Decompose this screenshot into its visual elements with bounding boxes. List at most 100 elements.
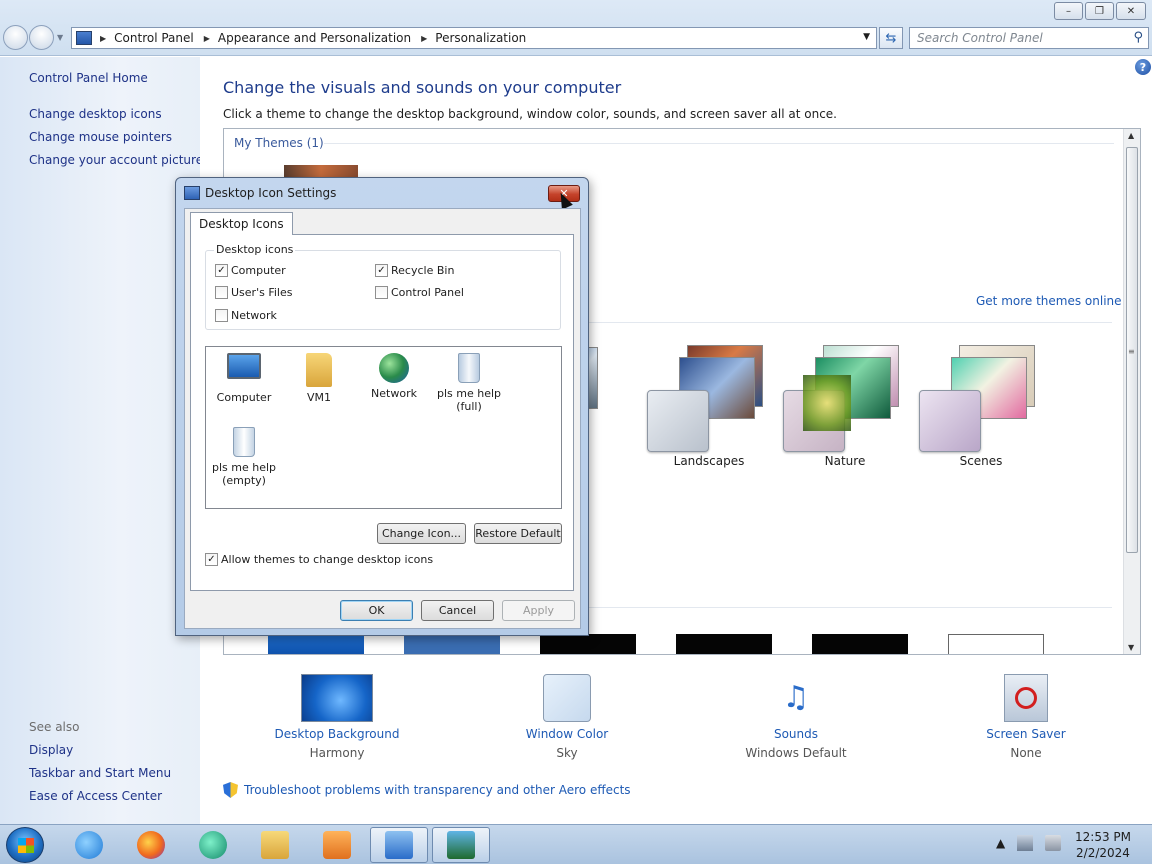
window-color-link[interactable]: Window Color (487, 727, 647, 741)
clock[interactable]: 12:53 PM 2/2/2024 (1070, 829, 1136, 861)
theme-label: Scenes (959, 454, 1003, 468)
list-item[interactable]: Network (356, 353, 432, 400)
volume-muted-icon[interactable] (1045, 835, 1062, 851)
screen-saver-icon[interactable] (1004, 674, 1048, 722)
media-player-icon[interactable] (308, 827, 366, 863)
computer-checkbox-row[interactable]: ✓ Computer (215, 264, 286, 277)
forward-button[interactable] (29, 25, 54, 50)
users-files-checkbox[interactable] (215, 286, 228, 299)
screen-saver-link[interactable]: Screen Saver (946, 727, 1106, 741)
troubleshoot-link-row[interactable]: Troubleshoot problems with transparency … (223, 782, 631, 798)
navigation-buttons: ▼ (3, 25, 63, 50)
control-panel-taskbar-button[interactable] (370, 827, 428, 863)
apply-button[interactable]: Apply (502, 600, 575, 621)
checkbox-label: User's Files (231, 286, 293, 299)
window-color-value: Sky (556, 746, 578, 760)
breadcrumb-personalization[interactable]: Personalization (435, 31, 526, 45)
my-theme-thumbnail[interactable] (284, 165, 358, 177)
screen-saver-item[interactable]: Screen Saver None (946, 674, 1106, 760)
window-color-swatch[interactable] (543, 674, 591, 722)
theme-preview[interactable] (540, 634, 636, 654)
theme-tile-nature[interactable]: Nature (783, 339, 913, 469)
back-button[interactable] (3, 25, 28, 50)
window-color-item[interactable]: Window Color Sky (487, 674, 647, 760)
theme-preview[interactable] (948, 634, 1044, 654)
help-icon[interactable]: ? (1135, 59, 1151, 75)
network-status-icon[interactable] (1017, 835, 1034, 851)
sounds-link[interactable]: Sounds (716, 727, 876, 741)
breadcrumb-appearance[interactable]: Appearance and Personalization (218, 31, 411, 45)
desktop-background-link[interactable]: Desktop Background (257, 727, 417, 741)
checkbox-label: Recycle Bin (391, 264, 455, 277)
address-dropdown-icon[interactable]: ▼ (863, 32, 870, 42)
start-button[interactable] (6, 827, 44, 863)
theme-tile-landscapes[interactable]: Landscapes (647, 339, 777, 469)
scroll-up-icon[interactable]: ▲ (1128, 131, 1134, 140)
list-item[interactable]: Computer (206, 353, 282, 404)
chevron-right-icon[interactable]: ▶ (421, 34, 427, 43)
desktop-background-item[interactable]: Desktop Background Harmony (257, 674, 417, 760)
theme-preview[interactable] (812, 634, 908, 654)
restore-default-button[interactable]: Restore Default (474, 523, 562, 544)
search-icon[interactable]: ⚲ (1133, 30, 1143, 45)
scrollbar-grip-icon: ≡ (1128, 347, 1135, 356)
close-window-button[interactable]: ✕ (1116, 2, 1146, 20)
themes-scrollbar[interactable]: ▲ ≡ ▼ (1123, 129, 1140, 654)
refresh-button[interactable]: ⇆ (879, 27, 903, 49)
theme-tile-scenes[interactable]: Scenes (919, 339, 1049, 469)
theme-preview[interactable] (268, 634, 364, 654)
list-item[interactable]: pls me help (empty) (206, 427, 282, 487)
recycle-bin-checkbox-row[interactable]: ✓ Recycle Bin (375, 264, 454, 277)
allow-themes-checkbox-row[interactable]: ✓ Allow themes to change desktop icons (205, 553, 433, 566)
file-explorer-icon[interactable] (246, 827, 304, 863)
recent-pages-dropdown[interactable]: ▼ (57, 33, 63, 42)
search-input[interactable]: Search Control Panel ⚲ (909, 27, 1149, 49)
display-link[interactable]: Display (29, 743, 73, 757)
control-panel-checkbox[interactable] (375, 286, 388, 299)
scroll-down-icon[interactable]: ▼ (1128, 643, 1134, 652)
ok-button[interactable]: OK (340, 600, 413, 621)
control-panel-home-link[interactable]: Control Panel Home (29, 71, 148, 85)
list-item[interactable]: pls me help (full) (431, 353, 507, 413)
breadcrumb-control-panel[interactable]: Control Panel (114, 31, 194, 45)
control-panel-checkbox-row[interactable]: Control Panel (375, 286, 464, 299)
users-files-checkbox-row[interactable]: User's Files (215, 286, 292, 299)
computer-checkbox[interactable]: ✓ (215, 264, 228, 277)
change-account-picture-link[interactable]: Change your account picture (29, 153, 203, 167)
cancel-button[interactable]: Cancel (421, 600, 494, 621)
internet-explorer-icon[interactable] (60, 827, 118, 863)
maximize-button[interactable]: ❐ (1085, 2, 1114, 20)
recycle-bin-checkbox[interactable]: ✓ (375, 264, 388, 277)
messaging-icon[interactable] (184, 827, 242, 863)
change-desktop-icons-link[interactable]: Change desktop icons (29, 107, 162, 121)
personalization-icon (447, 831, 475, 859)
sounds-item[interactable]: ♫ Sounds Windows Default (716, 674, 876, 760)
change-icon-button[interactable]: Change Icon... (377, 523, 466, 544)
ease-of-access-link[interactable]: Ease of Access Center (29, 789, 162, 803)
change-mouse-pointers-link[interactable]: Change mouse pointers (29, 130, 172, 144)
control-panel-icon (76, 31, 92, 45)
get-more-themes-link[interactable]: Get more themes online (976, 294, 1122, 308)
show-hidden-icons-icon[interactable]: ▲ (996, 836, 1005, 850)
firefox-icon (137, 831, 165, 859)
desktop-icon-list[interactable]: Computer VM1 Network pls me help (full) … (205, 346, 562, 509)
theme-preview[interactable] (676, 634, 772, 654)
network-checkbox-row[interactable]: Network (215, 309, 277, 322)
screen-saver-value: None (1010, 746, 1042, 760)
personalization-taskbar-button[interactable] (432, 827, 490, 863)
theme-preview (803, 375, 851, 431)
allow-themes-checkbox[interactable]: ✓ (205, 553, 218, 566)
troubleshoot-link[interactable]: Troubleshoot problems with transparency … (244, 783, 631, 797)
network-checkbox[interactable] (215, 309, 228, 322)
chevron-right-icon[interactable]: ▶ (204, 34, 210, 43)
sounds-icon[interactable]: ♫ (772, 674, 820, 722)
taskbar-start-menu-link[interactable]: Taskbar and Start Menu (29, 766, 171, 780)
tab-desktop-icons[interactable]: Desktop Icons (190, 212, 293, 235)
minimize-button[interactable]: – (1054, 2, 1083, 20)
theme-preview[interactable] (404, 634, 500, 654)
address-bar[interactable]: ▶ Control Panel ▶ Appearance and Personali… (71, 27, 877, 49)
list-item[interactable]: VM1 (281, 353, 357, 404)
chevron-right-icon[interactable]: ▶ (100, 34, 106, 43)
desktop-background-thumbnail[interactable] (301, 674, 373, 722)
firefox-icon[interactable] (122, 827, 180, 863)
